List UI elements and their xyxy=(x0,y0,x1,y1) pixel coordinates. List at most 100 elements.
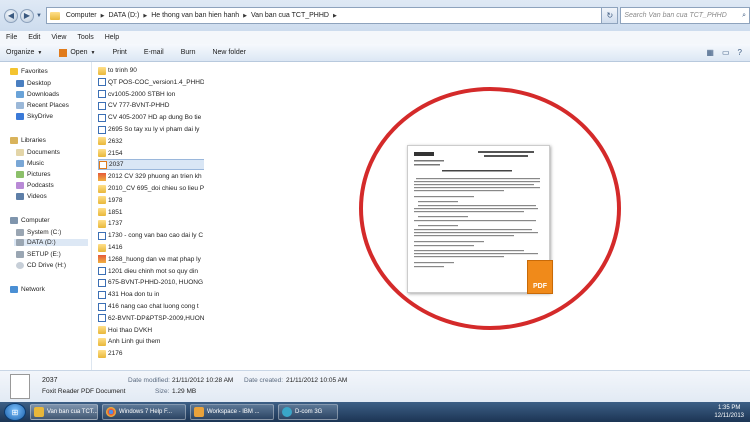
file-list-item[interactable]: 2037 xyxy=(98,159,204,171)
nav-setup-e[interactable]: SETUP (E:) xyxy=(16,251,61,258)
file-list-item[interactable]: 2632 xyxy=(98,136,204,147)
breadcrumb[interactable]: Computer ▶ DATA (D:) ▶ He thong van ban hi… xyxy=(45,7,603,24)
file-name: 62-BVNT-DP&PTSP-2009,HUON xyxy=(108,314,204,322)
file-list-item[interactable]: 1737 xyxy=(98,218,204,229)
file-name: 2695 So tay xu ly vi pham dai ly xyxy=(108,126,200,133)
nav-label: Desktop xyxy=(27,80,51,87)
file-list-item[interactable]: 2695 So tay xu ly vi pham dai ly xyxy=(98,124,204,135)
drive-icon xyxy=(16,229,24,236)
menu-view[interactable]: View xyxy=(51,34,66,41)
file-list-item[interactable]: 1268_huong dan ve mat phap ly xyxy=(98,254,204,265)
word-document-icon xyxy=(98,78,106,87)
refresh-button[interactable]: ↻ xyxy=(602,7,619,24)
email-button[interactable]: E-mail xyxy=(144,49,164,56)
task-dcom[interactable]: D-com 3G xyxy=(278,404,338,420)
nav-desktop[interactable]: Desktop xyxy=(16,80,51,87)
task-explorer[interactable]: Van ban cua TCT... xyxy=(30,404,98,420)
open-button[interactable]: Open ▼ xyxy=(59,48,95,57)
nav-label: SETUP (E:) xyxy=(27,251,61,258)
details-file-name: 2037 xyxy=(42,377,58,384)
nav-label: Recent Places xyxy=(27,102,69,109)
nav-recent-places[interactable]: Recent Places xyxy=(16,102,69,109)
nav-data-d[interactable]: DATA (D:) xyxy=(14,239,88,246)
file-name: 431 Hoa don tu in xyxy=(108,291,160,299)
word-document-icon xyxy=(98,101,106,110)
nav-downloads[interactable]: Downloads xyxy=(16,91,59,98)
file-list-item[interactable]: 416 nang cao chat luong cong t xyxy=(98,301,204,312)
burn-button[interactable]: Burn xyxy=(181,49,196,56)
file-list-item[interactable]: 1978 xyxy=(98,195,204,206)
word-document-icon xyxy=(98,290,106,299)
file-list-item[interactable]: CV 405-2007 HD ap dung Bo tie xyxy=(98,112,204,123)
nav-favorites[interactable]: Favorites xyxy=(10,68,48,75)
nav-label: Computer xyxy=(21,217,50,224)
file-name: 2154 xyxy=(108,149,123,157)
file-list-item[interactable]: cv1005-2000 STBH lon xyxy=(98,89,204,100)
recent-places-icon xyxy=(16,102,24,109)
breadcrumb-computer[interactable]: Computer ▶ xyxy=(64,12,107,19)
file-name: 675-BVNT-PHHD-2010, HUONG xyxy=(108,279,203,287)
file-name: 1268_huong dan ve mat phap ly xyxy=(108,255,201,263)
view-options-icon[interactable]: ▦ xyxy=(706,48,714,57)
system-clock[interactable]: 1:35 PM 12/11/2013 xyxy=(714,404,744,420)
file-list-item[interactable]: 62-BVNT-DP&PTSP-2009,HUON xyxy=(98,313,204,324)
word-document-icon xyxy=(98,267,106,276)
nav-documents[interactable]: Documents xyxy=(16,149,60,156)
file-list-item[interactable]: 675-BVNT-PHHD-2010, HUONG xyxy=(98,277,204,288)
chevron-down-icon: ▼ xyxy=(37,49,43,56)
nav-computer[interactable]: Computer xyxy=(10,217,50,224)
file-name: 2012 CV 329 phuong an trien kh xyxy=(108,173,202,181)
nav-system-c[interactable]: System (C:) xyxy=(16,229,61,236)
file-list-item[interactable]: 2010_CV 695_doi chieu so lieu P xyxy=(98,183,204,194)
word-document-icon xyxy=(98,125,106,134)
image-file-icon xyxy=(98,255,106,264)
file-list-item[interactable]: QT POS-COC_version1.4_PHHD xyxy=(98,77,204,88)
file-name: cv1005-2000 STBH lon xyxy=(108,90,176,98)
file-list-item[interactable]: 2176 xyxy=(98,348,204,359)
print-button[interactable]: Print xyxy=(112,49,126,56)
search-icon: ⌕ xyxy=(742,11,746,19)
help-icon[interactable]: ? xyxy=(738,48,742,57)
nav-label: Music xyxy=(27,160,44,167)
folder-icon xyxy=(98,208,106,217)
file-list-item[interactable]: 1416 xyxy=(98,242,204,253)
breadcrumb-he-thong[interactable]: He thong van ban hien hanh ▶ xyxy=(149,12,249,19)
search-input[interactable]: Search Van ban cua TCT_PHHD ⌕ xyxy=(620,7,750,24)
nav-music[interactable]: Music xyxy=(16,160,44,167)
file-list-item[interactable]: CV 777-BVNT-PHHD xyxy=(98,100,204,111)
breadcrumb-data-drive[interactable]: DATA (D:) ▶ xyxy=(106,12,149,19)
file-list-item[interactable]: Anh Linh gui them xyxy=(98,336,204,347)
new-folder-button[interactable]: New folder xyxy=(212,49,245,56)
menu-file[interactable]: File xyxy=(6,34,17,41)
menu-tools[interactable]: Tools xyxy=(77,34,93,41)
organize-button[interactable]: Organize ▼ xyxy=(6,49,42,56)
computer-icon xyxy=(10,217,18,224)
file-list-item[interactable]: Hoi thao DVKH xyxy=(98,325,204,336)
nav-pictures[interactable]: Pictures xyxy=(16,171,50,178)
preview-pane-icon[interactable]: ▭ xyxy=(722,48,730,57)
file-list-item[interactable]: to trinh 90 xyxy=(98,65,204,76)
nav-network[interactable]: Network xyxy=(10,286,45,293)
word-document-icon xyxy=(98,231,106,240)
menu-edit[interactable]: Edit xyxy=(28,34,40,41)
nav-libraries[interactable]: Libraries xyxy=(10,137,46,144)
menu-help[interactable]: Help xyxy=(105,34,119,41)
file-list-item[interactable]: 2154 xyxy=(98,148,204,159)
nav-videos[interactable]: Videos xyxy=(16,193,47,200)
nav-cd-drive-h[interactable]: CD Drive (H:) xyxy=(16,262,66,269)
file-list-item[interactable]: 1851 xyxy=(98,207,204,218)
file-list-item[interactable]: 1201 dieu chinh mot so quy din xyxy=(98,266,204,277)
task-chrome[interactable]: Windows 7 Help F... xyxy=(102,404,186,420)
back-button[interactable]: ◀ xyxy=(4,8,18,23)
forward-button[interactable]: ▶ xyxy=(19,8,34,23)
breadcrumb-van-ban[interactable]: Van ban cua TCT_PHHD ▶ xyxy=(249,12,339,19)
file-list-item[interactable]: 1730 - cong van bao cao dai ly C xyxy=(98,230,204,241)
details-size-label: Size: xyxy=(155,388,170,395)
start-button[interactable]: ⊞ xyxy=(4,403,26,421)
file-list-item[interactable]: 431 Hoa don tu in xyxy=(98,289,204,300)
recent-pages-dropdown[interactable]: ▼ xyxy=(36,13,42,19)
task-ibm-workspace[interactable]: Workspace - IBM ... xyxy=(190,404,274,420)
file-list-item[interactable]: 2012 CV 329 phuong an trien kh xyxy=(98,171,204,182)
nav-podcasts[interactable]: Podcasts xyxy=(16,182,54,189)
nav-skydrive[interactable]: SkyDrive xyxy=(16,113,53,120)
